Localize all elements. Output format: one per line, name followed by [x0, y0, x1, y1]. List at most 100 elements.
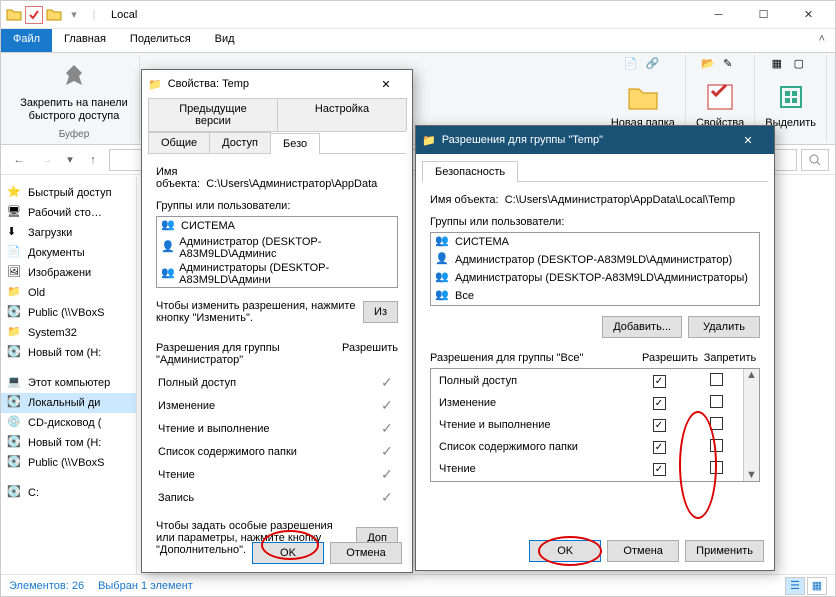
- select-icon[interactable]: [775, 81, 807, 113]
- allow-checkbox[interactable]: [653, 397, 666, 410]
- close-button[interactable]: ✕: [728, 126, 768, 154]
- nav-cd[interactable]: 💿CD-дисковод (: [1, 413, 136, 433]
- tab-file[interactable]: Файл: [1, 29, 52, 52]
- perm-label: Изменение: [433, 393, 627, 413]
- cancel-button[interactable]: Отмена: [330, 542, 402, 564]
- remove-button[interactable]: Удалить: [688, 316, 760, 338]
- search-box[interactable]: [801, 149, 829, 171]
- properties-icon[interactable]: [704, 81, 736, 113]
- tab-share[interactable]: Поделиться: [118, 29, 203, 52]
- add-button[interactable]: Добавить...: [602, 316, 682, 338]
- ribbon-group-clipboard: Закрепить на панели быстрого доступа Буф…: [9, 55, 140, 142]
- folder-icon: [45, 6, 63, 24]
- nav-label: Загрузки: [28, 227, 72, 239]
- nav-label: Рабочий сто…: [28, 207, 102, 219]
- perm-label: Изменение: [158, 395, 376, 416]
- list-item[interactable]: 👤Администратор (DESKTOP-A83M9LD\Админист…: [431, 251, 759, 269]
- nav-pictures[interactable]: 🖼Изображени: [1, 263, 136, 283]
- nav-downloads[interactable]: ⬇Загрузки: [1, 223, 136, 243]
- tab-previous-versions[interactable]: Предыдущие версии: [148, 98, 278, 131]
- qat-check-icon[interactable]: [25, 6, 43, 24]
- ok-button[interactable]: OK: [252, 542, 324, 564]
- forward-button[interactable]: →: [35, 148, 59, 172]
- deny-checkbox[interactable]: [710, 439, 723, 452]
- recent-button[interactable]: ▾: [63, 148, 77, 172]
- nav-public2[interactable]: 💽Public (\\VBoxS: [1, 453, 136, 473]
- perm-allowed: ✓: [378, 395, 396, 416]
- tab-sharing[interactable]: Доступ: [209, 132, 271, 153]
- users-list[interactable]: 👥СИСТЕМА 👤Администратор (DESKTOP-A83M9LD…: [430, 232, 760, 306]
- permissions-table: Полный доступ✓ Изменение✓ Чтение и выпол…: [156, 370, 398, 510]
- tab-security[interactable]: Безопасность: [422, 161, 518, 182]
- nav-this-pc[interactable]: 💻Этот компьютер: [1, 373, 136, 393]
- apply-button[interactable]: Применить: [685, 540, 764, 562]
- list-item[interactable]: 👥Администраторы (DESKTOP-A83M9LD\Админи: [157, 261, 397, 287]
- pin-label: Закрепить на панели быстрого доступа: [19, 97, 129, 123]
- window-controls: ─ ☐ ✕: [696, 1, 831, 29]
- tab-home[interactable]: Главная: [52, 29, 118, 52]
- deny-checkbox[interactable]: [710, 417, 723, 430]
- pin-icon[interactable]: [58, 61, 90, 93]
- deny-checkbox[interactable]: [710, 461, 723, 474]
- status-count: Элементов: 26: [9, 580, 84, 592]
- list-item[interactable]: 👤Администратор (DESKTOP-A83M9LD\Админис: [157, 235, 397, 261]
- tab-security[interactable]: Безо: [270, 133, 320, 154]
- clipboard-caption: Буфер: [59, 129, 90, 140]
- perm-for-label: Разрешения для группы "Все": [430, 352, 640, 364]
- nav-local-disk[interactable]: 💽Локальный ди: [1, 393, 136, 413]
- nav-documents[interactable]: 📄Документы: [1, 243, 136, 263]
- close-button[interactable]: ✕: [366, 70, 406, 98]
- nav-newvol2[interactable]: 💽Новый том (H:: [1, 433, 136, 453]
- perm-label: Список содержимого папки: [158, 441, 376, 462]
- ribbon-toggle-icon[interactable]: ˄: [809, 29, 835, 52]
- nav-system32[interactable]: 📁System32: [1, 323, 136, 343]
- new-folder-icon[interactable]: [627, 81, 659, 113]
- scrollbar[interactable]: ▲▼: [743, 369, 759, 481]
- allow-checkbox[interactable]: [653, 375, 666, 388]
- select-all-icon[interactable]: ▦: [772, 57, 788, 73]
- select-none-icon[interactable]: ▢: [794, 57, 810, 73]
- open-icon[interactable]: 📂: [701, 57, 717, 73]
- nav-c[interactable]: 💽C:: [1, 483, 136, 503]
- allow-checkbox[interactable]: [653, 419, 666, 432]
- icons-view-icon[interactable]: ▦: [807, 577, 827, 595]
- ok-button[interactable]: OK: [529, 540, 601, 562]
- qat-dropdown-icon[interactable]: ▾: [65, 6, 83, 24]
- dialog-properties: 📁 Свойства: Temp ✕ Предыдущие версии Нас…: [141, 69, 413, 573]
- object-row: Имя объекта: C:\Users\Администратор\AppD…: [156, 166, 398, 190]
- tab-view[interactable]: Вид: [203, 29, 247, 52]
- deny-checkbox[interactable]: [710, 395, 723, 408]
- list-item[interactable]: 👥СИСТЕМА: [431, 233, 759, 251]
- details-view-icon[interactable]: ☰: [785, 577, 805, 595]
- new-item-icon[interactable]: 📄: [624, 57, 640, 73]
- deny-checkbox[interactable]: [710, 373, 723, 386]
- nav-newvol[interactable]: 💽Новый том (H:: [1, 343, 136, 363]
- nav-quick-access[interactable]: ⭐Быстрый доступ: [1, 183, 136, 203]
- close-button[interactable]: ✕: [786, 1, 831, 29]
- nav-label: Документы: [28, 247, 85, 259]
- nav-public[interactable]: 💽Public (\\VBoxS: [1, 303, 136, 323]
- back-button[interactable]: ←: [7, 148, 31, 172]
- users-list[interactable]: 👥СИСТЕМА 👤Администратор (DESKTOP-A83M9LD…: [156, 216, 398, 288]
- open-small-icons: 📂 ✎: [701, 57, 739, 73]
- perm-label: Чтение и выполнение: [433, 415, 627, 435]
- nav-desktop[interactable]: 🖥Рабочий сто…: [1, 203, 136, 223]
- allow-checkbox[interactable]: [653, 463, 666, 476]
- nav-old[interactable]: 📁Old: [1, 283, 136, 303]
- easy-access-icon[interactable]: 🔗: [646, 57, 662, 73]
- tab-general[interactable]: Общие: [148, 132, 210, 153]
- up-button[interactable]: ↑: [81, 148, 105, 172]
- edit-button[interactable]: Из: [363, 301, 398, 323]
- tab-customize[interactable]: Настройка: [277, 98, 407, 131]
- edit-icon[interactable]: ✎: [723, 57, 739, 73]
- drive-icon: 💽: [7, 395, 23, 411]
- minimize-button[interactable]: ─: [696, 1, 741, 29]
- list-item[interactable]: 👥Все: [431, 287, 759, 305]
- cancel-button[interactable]: Отмена: [607, 540, 679, 562]
- list-item[interactable]: 👥СИСТЕМА: [157, 217, 397, 235]
- list-item[interactable]: 👥Администраторы (DESKTOP-A83M9LD\Админис…: [431, 269, 759, 287]
- nav-label: Public (\\VBoxS: [28, 457, 104, 469]
- allow-checkbox[interactable]: [653, 441, 666, 454]
- maximize-button[interactable]: ☐: [741, 1, 786, 29]
- group-icon: 👥: [161, 266, 175, 282]
